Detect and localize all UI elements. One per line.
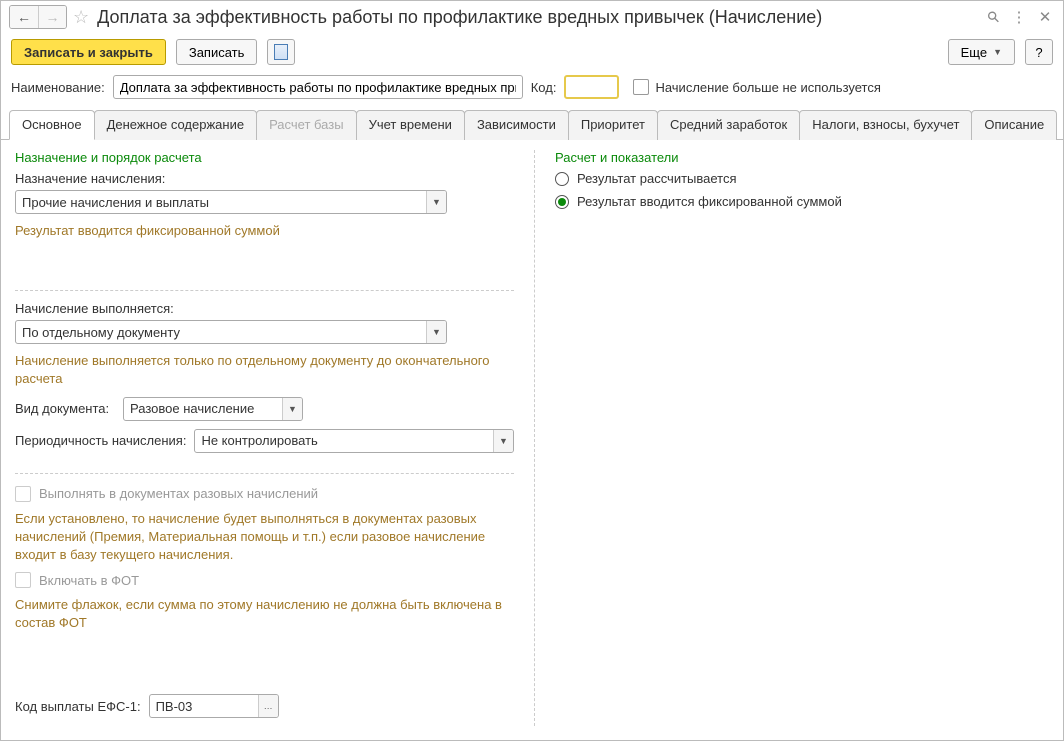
nav-back-button[interactable]: ←	[10, 6, 38, 28]
doc-type-select[interactable]: Разовое начисление ▼	[123, 397, 303, 421]
help-button[interactable]: ?	[1025, 39, 1053, 65]
save-and-close-button[interactable]: Записать и закрыть	[11, 39, 166, 65]
radio-fixed[interactable]	[555, 195, 569, 209]
link-icon[interactable]: ⚲	[983, 8, 1003, 26]
radio-calculated-row[interactable]: Результат рассчитывается	[555, 171, 1049, 186]
document-button[interactable]	[267, 39, 295, 65]
radio-calculated-label: Результат рассчитывается	[577, 171, 737, 186]
doc-type-select-caret[interactable]: ▼	[282, 398, 302, 420]
left-column: Назначение и порядок расчета Назначение …	[15, 150, 535, 726]
doc-type-field: Вид документа: Разовое начисление ▼	[15, 397, 514, 421]
tab-main[interactable]: Основное	[9, 110, 95, 140]
exec-note: Начисление выполняется только по отдельн…	[15, 352, 514, 388]
fot-check-note: Снимите флажок, если сумма по этому начи…	[15, 596, 514, 632]
onetime-check-label: Выполнять в документах разовых начислени…	[39, 486, 318, 501]
period-select[interactable]: Не контролировать ▼	[194, 429, 514, 453]
name-label: Наименование:	[11, 80, 105, 95]
nav-buttons: ← →	[9, 5, 67, 29]
exec-label: Начисление выполняется:	[15, 301, 514, 316]
window-title: Доплата за эффективность работы по профи…	[97, 7, 822, 28]
favorite-star-icon[interactable]: ☆	[73, 7, 89, 28]
fot-checkbox	[15, 572, 31, 588]
nav-forward-button[interactable]: →	[38, 6, 66, 28]
tabs: Основное Денежное содержание Расчет базы…	[1, 109, 1063, 140]
kebab-menu-icon[interactable]: ⋮	[1009, 8, 1029, 26]
exec-select-caret[interactable]: ▼	[426, 321, 446, 343]
tab-deps[interactable]: Зависимости	[464, 110, 569, 140]
onetime-check-note: Если установлено, то начисление будет вы…	[15, 510, 514, 565]
more-button-label: Еще	[961, 45, 987, 60]
tab-avg[interactable]: Средний заработок	[657, 110, 800, 140]
doc-type-value: Разовое начисление	[124, 398, 282, 420]
code-input[interactable]	[564, 75, 619, 99]
titlebar: ← → ☆ Доплата за эффективность работы по…	[1, 1, 1063, 33]
document-icon	[274, 44, 288, 60]
onetime-checkbox	[15, 486, 31, 502]
purpose-select-caret[interactable]: ▼	[426, 191, 446, 213]
tab-money[interactable]: Денежное содержание	[94, 110, 257, 140]
tab-priority[interactable]: Приоритет	[568, 110, 658, 140]
period-value: Не контролировать	[195, 430, 493, 452]
period-field: Периодичность начисления: Не контролиров…	[15, 429, 514, 453]
efs-select[interactable]: ПВ-03 …	[149, 694, 279, 718]
not-used-checkbox[interactable]	[633, 79, 649, 95]
tab-desc[interactable]: Описание	[971, 110, 1057, 140]
name-code-row: Наименование: Код: Начисление больше не …	[1, 75, 1063, 109]
more-button[interactable]: Еще ▼	[948, 39, 1015, 65]
arrow-left-icon: ←	[17, 9, 31, 25]
result-note: Результат вводится фиксированной суммой	[15, 222, 514, 240]
fot-check-label: Включать в ФОТ	[39, 573, 139, 588]
radio-calculated[interactable]	[555, 172, 569, 186]
tab-time[interactable]: Учет времени	[356, 110, 465, 140]
purpose-field: Назначение начисления: Прочие начисления…	[15, 171, 514, 214]
not-used-label: Начисление больше не используется	[655, 80, 880, 95]
radio-fixed-row[interactable]: Результат вводится фиксированной суммой	[555, 194, 1049, 209]
exec-select[interactable]: По отдельному документу ▼	[15, 320, 447, 344]
efs-select-more-button[interactable]: …	[258, 695, 278, 717]
section-calc-title: Расчет и показатели	[555, 150, 1049, 165]
radio-fixed-label: Результат вводится фиксированной суммой	[577, 194, 842, 209]
purpose-select-value: Прочие начисления и выплаты	[16, 191, 426, 213]
save-button[interactable]: Записать	[176, 39, 258, 65]
arrow-right-icon: →	[46, 9, 60, 25]
not-used-checkbox-wrap[interactable]: Начисление больше не используется	[633, 79, 880, 95]
fot-check-row: Включать в ФОТ	[15, 572, 514, 588]
efs-value: ПВ-03	[150, 695, 258, 717]
efs-label: Код выплаты ЕФС-1:	[15, 699, 141, 714]
purpose-label: Назначение начисления:	[15, 171, 514, 186]
exec-select-value: По отдельному документу	[16, 321, 426, 343]
chevron-down-icon: ▼	[993, 47, 1002, 57]
period-label: Периодичность начисления:	[15, 433, 186, 448]
window: ← → ☆ Доплата за эффективность работы по…	[0, 0, 1064, 741]
section-purpose-title: Назначение и порядок расчета	[15, 150, 514, 165]
content: Назначение и порядок расчета Назначение …	[1, 140, 1063, 740]
tab-taxes[interactable]: Налоги, взносы, бухучет	[799, 110, 972, 140]
doc-type-label: Вид документа:	[15, 401, 115, 416]
toolbar: Записать и закрыть Записать Еще ▼ ?	[1, 33, 1063, 75]
divider	[15, 473, 514, 474]
exec-field: Начисление выполняется: По отдельному до…	[15, 301, 514, 344]
purpose-select[interactable]: Прочие начисления и выплаты ▼	[15, 190, 447, 214]
name-input[interactable]	[113, 75, 523, 99]
period-select-caret[interactable]: ▼	[493, 430, 513, 452]
tab-base[interactable]: Расчет базы	[256, 110, 357, 140]
efs-field: Код выплаты ЕФС-1: ПВ-03 …	[15, 694, 514, 718]
close-icon[interactable]: ✕	[1035, 8, 1055, 26]
code-label: Код:	[531, 80, 557, 95]
onetime-check-row: Выполнять в документах разовых начислени…	[15, 486, 514, 502]
right-column: Расчет и показатели Результат рассчитыва…	[535, 150, 1049, 726]
